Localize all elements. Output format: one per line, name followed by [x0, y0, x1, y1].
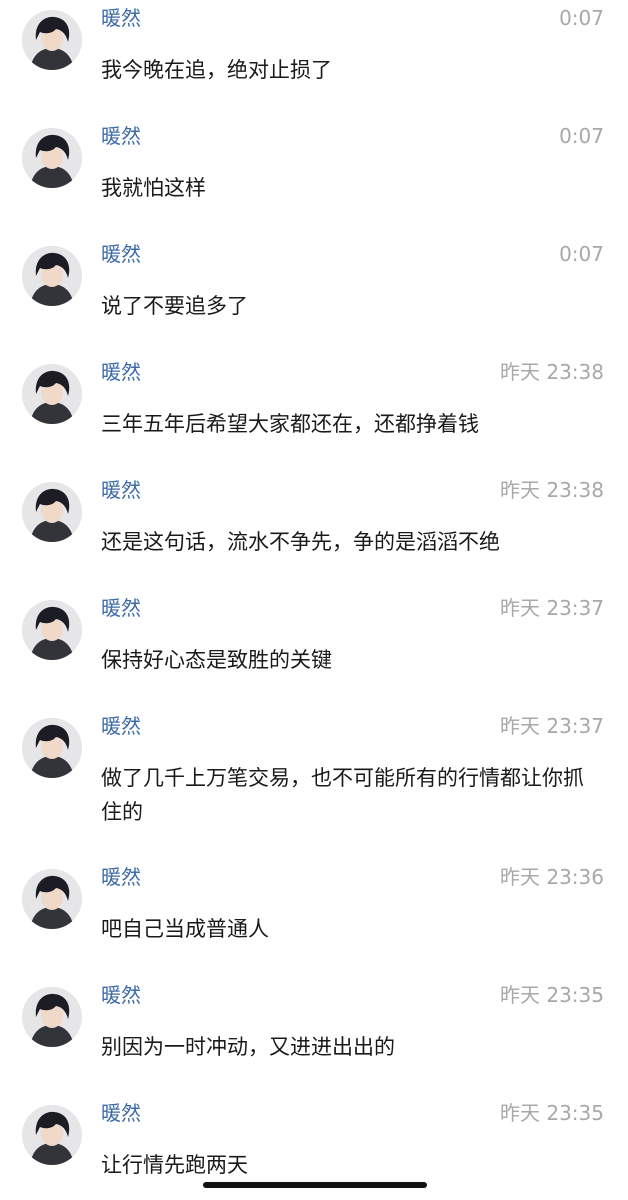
message-time: 昨天 23:37 [500, 596, 604, 620]
sender-name[interactable]: 暖然 [101, 595, 141, 621]
avatar[interactable] [22, 364, 82, 424]
message-time: 0:07 [559, 242, 604, 266]
message-item[interactable]: 暖然 昨天 23:35 别因为一时冲动，又进进出出的 [0, 979, 628, 1079]
sender-name[interactable]: 暖然 [101, 713, 141, 739]
sender-name[interactable]: 暖然 [101, 477, 141, 503]
avatar-portrait-icon [22, 482, 82, 542]
message-item[interactable]: 暖然 昨天 23:36 吧自己当成普通人 [0, 861, 628, 961]
avatar[interactable] [22, 600, 82, 660]
message-text: 保持好心态是致胜的关键 [101, 648, 332, 672]
message-time: 昨天 23:35 [500, 983, 604, 1007]
home-indicator[interactable] [203, 1182, 427, 1188]
sender-name[interactable]: 暖然 [101, 5, 141, 31]
avatar[interactable] [22, 869, 82, 929]
avatar-portrait-icon [22, 600, 82, 660]
avatar[interactable] [22, 128, 82, 188]
message-text: 还是这句话，流水不争先，争的是滔滔不绝 [101, 530, 500, 554]
message-text: 我就怕这样 [101, 176, 206, 200]
message-item[interactable]: 暖然 昨天 23:38 还是这句话，流水不争先，争的是滔滔不绝 [0, 474, 628, 574]
message-item[interactable]: 暖然 0:07 我今晚在追，绝对止损了 [0, 2, 628, 102]
message-item[interactable]: 暖然 昨天 23:37 保持好心态是致胜的关键 [0, 592, 628, 692]
message-time: 昨天 23:35 [500, 1101, 604, 1125]
avatar-portrait-icon [22, 718, 82, 778]
avatar[interactable] [22, 482, 82, 542]
sender-name[interactable]: 暖然 [101, 359, 141, 385]
message-time: 昨天 23:38 [500, 360, 604, 384]
avatar[interactable] [22, 987, 82, 1047]
avatar-portrait-icon [22, 128, 82, 188]
sender-name[interactable]: 暖然 [101, 864, 141, 890]
avatar-portrait-icon [22, 246, 82, 306]
message-time: 昨天 23:37 [500, 714, 604, 738]
message-text: 让行情先跑两天 [101, 1153, 248, 1177]
message-item[interactable]: 暖然 0:07 说了不要追多了 [0, 238, 628, 338]
message-text: 做了几千上万笔交易，也不可能所有的行情都让你抓住的 [101, 766, 584, 824]
avatar[interactable] [22, 1105, 82, 1165]
message-text: 三年五年后希望大家都还在，还都挣着钱 [101, 412, 479, 436]
message-text: 别因为一时冲动，又进进出出的 [101, 1035, 395, 1059]
message-text: 我今晚在追，绝对止损了 [101, 58, 332, 82]
avatar-portrait-icon [22, 869, 82, 929]
sender-name[interactable]: 暖然 [101, 241, 141, 267]
message-item[interactable]: 暖然 0:07 我就怕这样 [0, 120, 628, 220]
message-item[interactable]: 暖然 昨天 23:37 做了几千上万笔交易，也不可能所有的行情都让你抓住的 [0, 710, 628, 850]
message-time: 昨天 23:38 [500, 478, 604, 502]
avatar-portrait-icon [22, 1105, 82, 1165]
message-time: 昨天 23:36 [500, 865, 604, 889]
message-text: 说了不要追多了 [101, 294, 248, 318]
avatar[interactable] [22, 718, 82, 778]
sender-name[interactable]: 暖然 [101, 1100, 141, 1126]
avatar[interactable] [22, 246, 82, 306]
avatar-portrait-icon [22, 364, 82, 424]
sender-name[interactable]: 暖然 [101, 982, 141, 1008]
avatar-portrait-icon [22, 10, 82, 70]
message-item[interactable]: 暖然 昨天 23:38 三年五年后希望大家都还在，还都挣着钱 [0, 356, 628, 456]
sender-name[interactable]: 暖然 [101, 123, 141, 149]
avatar[interactable] [22, 10, 82, 70]
message-time: 0:07 [559, 6, 604, 30]
message-text: 吧自己当成普通人 [101, 917, 269, 941]
avatar-portrait-icon [22, 987, 82, 1047]
message-time: 0:07 [559, 124, 604, 148]
